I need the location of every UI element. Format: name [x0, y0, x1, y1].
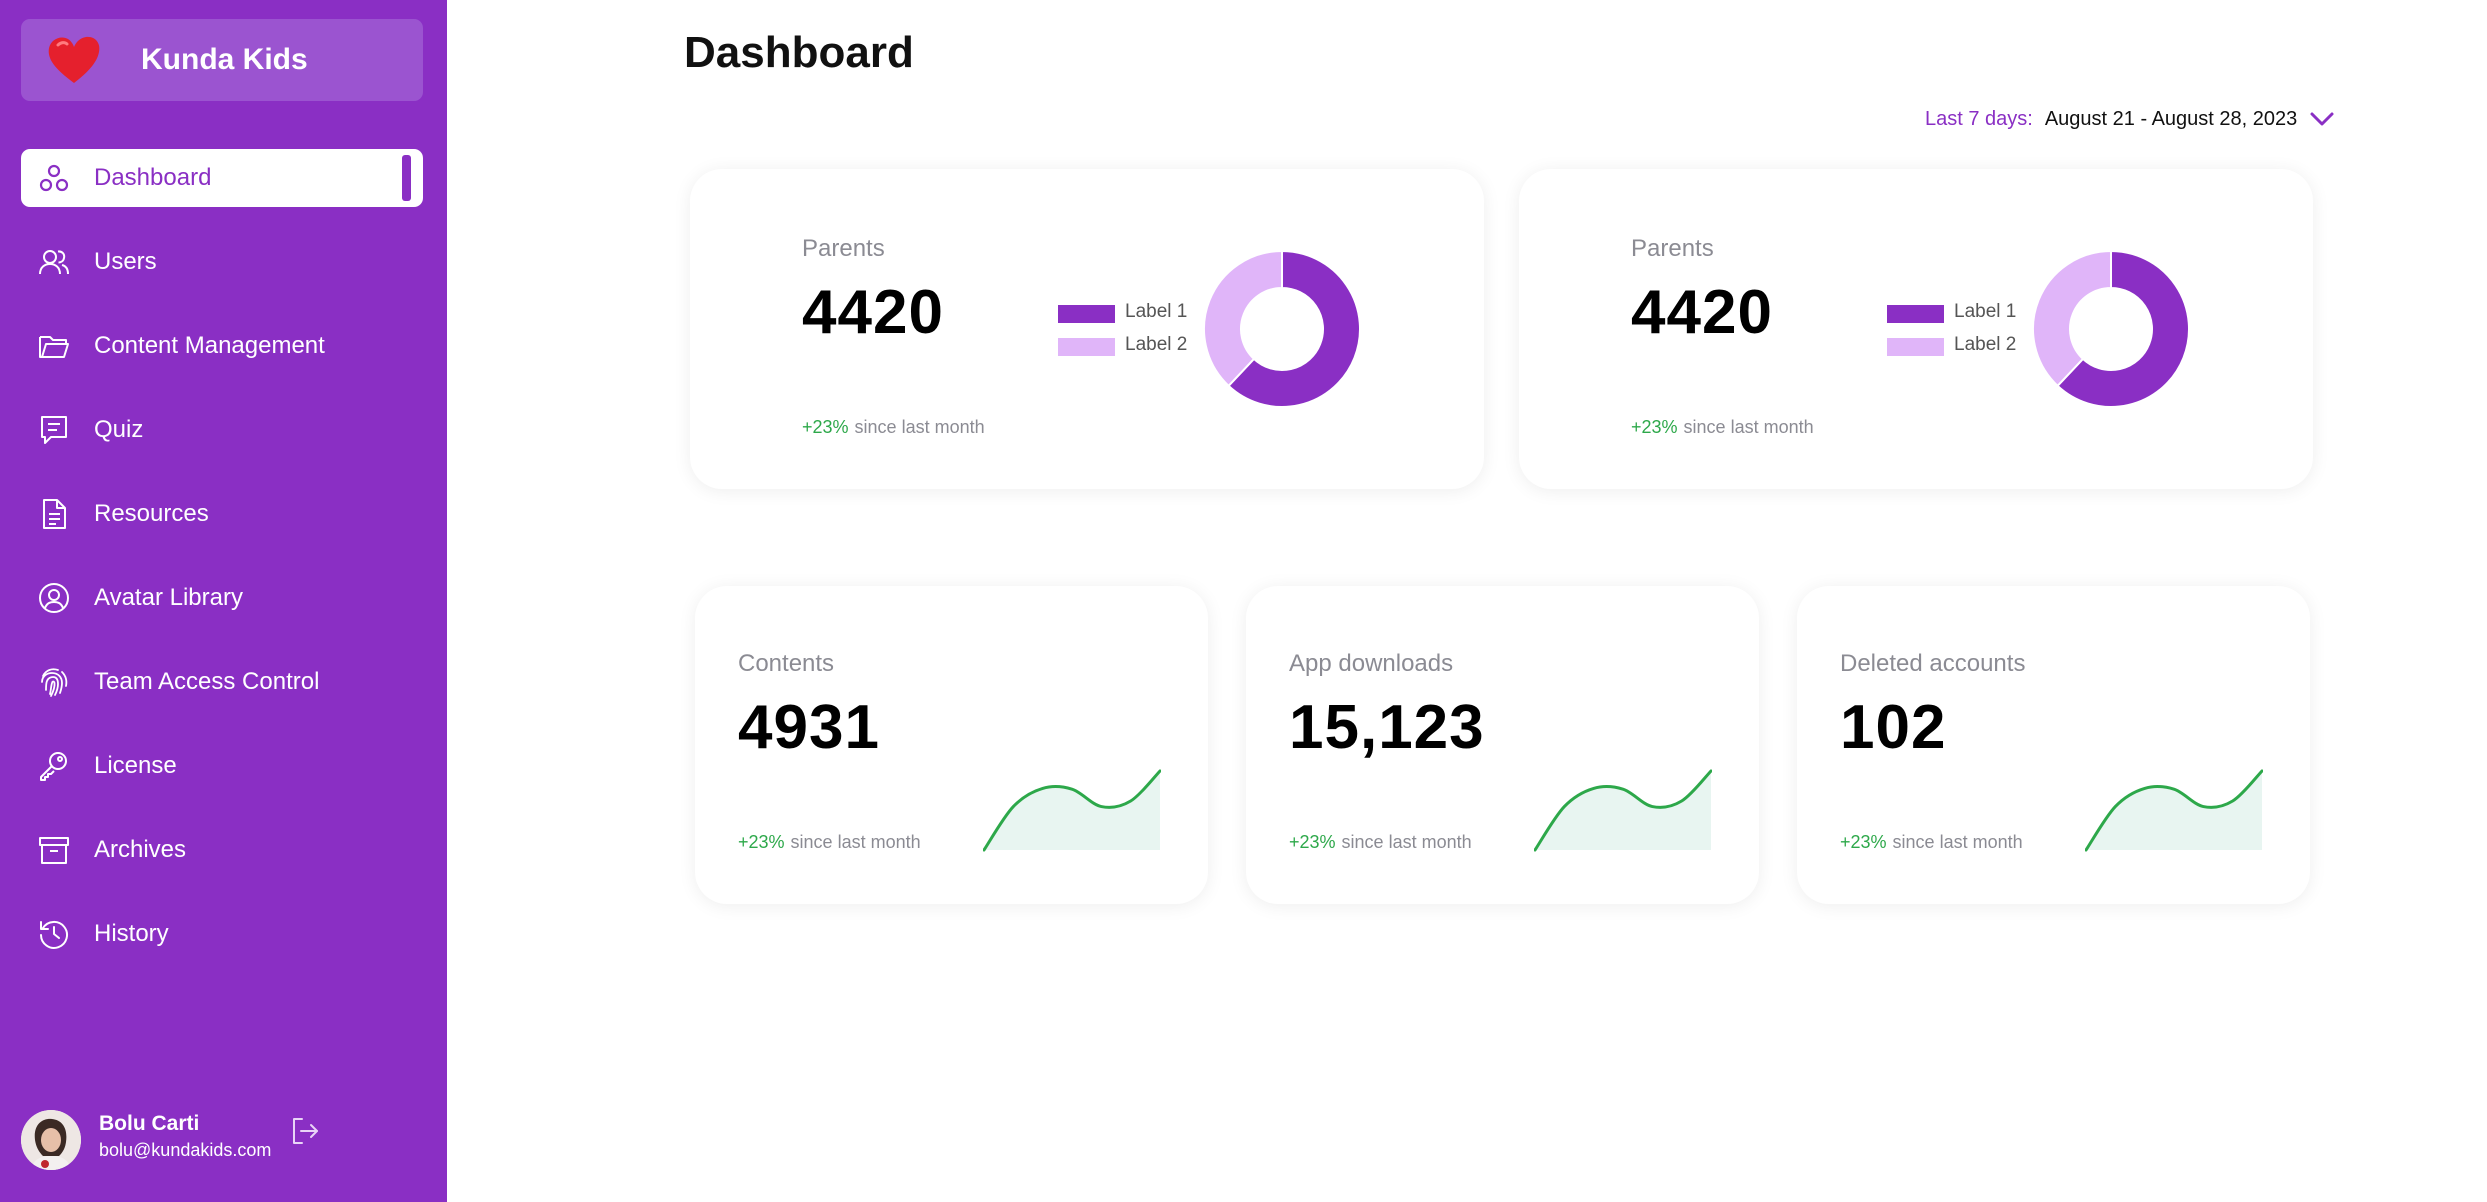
avatar-icon [39, 583, 69, 613]
sidebar-item-label: Avatar Library [94, 584, 243, 611]
sidebar-item-archives[interactable]: Archives [21, 821, 423, 879]
user-email: bolu@kundakids.com [99, 1140, 272, 1160]
logout-icon[interactable] [289, 1115, 321, 1147]
sidebar-item-avatar-library[interactable]: Avatar Library [21, 569, 423, 627]
date-range-value: August 21 - August 28, 2023 [2044, 107, 2298, 130]
date-range-label: Last 7 days: [1925, 107, 2033, 130]
sparkline-chart [2085, 769, 2263, 852]
stat-card-parents: Parents 4420 +23% since last month Label … [690, 169, 1484, 489]
sparkline-chart [983, 769, 1161, 852]
sidebar-item-team-access-control[interactable]: Team Access Control [21, 653, 423, 711]
delta-value: +23% [1289, 832, 1336, 852]
card-value: 15,123 [1289, 693, 1485, 762]
donut-slice-2 [2032, 249, 2112, 388]
legend-label: Label 1 [1125, 301, 1188, 322]
card-delta: +23% since last month [802, 417, 985, 438]
donut-slice-2 [1203, 249, 1283, 388]
legend-swatch [1887, 305, 1944, 323]
sidebar-item-label: Team Access Control [94, 668, 320, 695]
card-value: 102 [1840, 693, 1947, 762]
user-profile: Bolu Carti bolu@kundakids.com [21, 1108, 423, 1172]
key-icon [40, 752, 67, 781]
card-title: App downloads [1289, 650, 1454, 677]
legend-swatch [1058, 338, 1115, 356]
stat-card-deleted-accounts: Deleted accounts 102 +23% since last mont… [1797, 586, 2310, 904]
page-title: Dashboard [684, 28, 914, 77]
delta-text: since last month [1683, 417, 1814, 437]
delta-value: +23% [1631, 417, 1678, 437]
sidebar-item-label: History [94, 920, 169, 947]
users-icon [39, 250, 69, 275]
delta-value: +23% [1840, 832, 1887, 852]
active-indicator [402, 155, 411, 201]
sidebar-item-history[interactable]: History [21, 905, 423, 963]
delta-text: since last month [854, 417, 985, 437]
legend-label: Label 2 [1125, 334, 1188, 355]
stat-card-app-downloads: App downloads 15,123 +23% since last mont… [1246, 586, 1759, 904]
delta-value: +23% [802, 417, 849, 437]
card-value: 4420 [802, 278, 944, 347]
chevron-down-icon[interactable] [2309, 109, 2335, 129]
sidebar-item-content-management[interactable]: Content Management [21, 317, 423, 375]
heart-logo-icon [48, 36, 100, 83]
sidebar-item-label: Archives [94, 836, 187, 863]
sidebar-item-label: Quiz [94, 416, 144, 443]
sidebar-item-label: Resources [94, 500, 209, 527]
card-value: 4931 [738, 693, 880, 762]
sidebar-item-dashboard[interactable]: Dashboard [21, 149, 423, 207]
folder-icon [39, 336, 69, 358]
avatar[interactable] [21, 1110, 81, 1170]
sidebar-item-license[interactable]: License [21, 737, 423, 795]
delta-value: +23% [738, 832, 785, 852]
stat-card-parents-2: Parents 4420 +23% since last month Label … [1519, 169, 2313, 489]
fingerprint-icon [41, 668, 68, 697]
donut-chart [2032, 249, 2190, 408]
card-title: Deleted accounts [1840, 650, 2026, 677]
stat-card-contents: Contents 4931 +23% since last month [695, 586, 1208, 904]
app: Kunda Kids Dashboard Users Content Manag… [0, 0, 2487, 1202]
sidebar-item-resources[interactable]: Resources [21, 485, 423, 543]
card-delta: +23% since last month [1289, 832, 1472, 853]
brand-name: Kunda Kids [141, 43, 308, 76]
delta-text: since last month [1341, 832, 1472, 852]
legend-swatch [1887, 338, 1944, 356]
card-title: Contents [738, 650, 835, 677]
sidebar-item-users[interactable]: Users [21, 233, 423, 291]
card-delta: +23% since last month [738, 832, 921, 853]
card-delta: +23% since last month [1840, 832, 2023, 853]
legend-label: Label 1 [1954, 301, 2017, 322]
document-icon [43, 499, 66, 529]
donut-chart [1203, 249, 1361, 408]
brand[interactable]: Kunda Kids [21, 19, 423, 101]
archive-icon [39, 837, 69, 864]
card-value: 4420 [1631, 278, 1773, 347]
user-name: Bolu Carti [99, 1112, 200, 1135]
legend-label: Label 2 [1954, 334, 2017, 355]
sidebar: Kunda Kids Dashboard Users Content Manag… [0, 0, 447, 1202]
sidebar-item-label: Dashboard [94, 164, 212, 191]
date-range-picker[interactable]: Last 7 days: August 21 - August 28, 2023 [1925, 104, 2335, 134]
delta-text: since last month [790, 832, 921, 852]
delta-text: since last month [1892, 832, 2023, 852]
card-title: Parents [802, 235, 885, 262]
history-icon [40, 920, 68, 949]
sidebar-item-label: Content Management [94, 332, 325, 359]
sparkline-chart [1534, 769, 1712, 852]
card-title: Parents [1631, 235, 1714, 262]
quiz-icon [41, 416, 67, 444]
sidebar-item-label: License [94, 752, 177, 779]
legend-swatch [1058, 305, 1115, 323]
card-delta: +23% since last month [1631, 417, 1814, 438]
avatar-image [21, 1110, 81, 1170]
dashboard-icon [39, 164, 69, 192]
sidebar-item-label: Users [94, 248, 157, 275]
sidebar-item-quiz[interactable]: Quiz [21, 401, 423, 459]
